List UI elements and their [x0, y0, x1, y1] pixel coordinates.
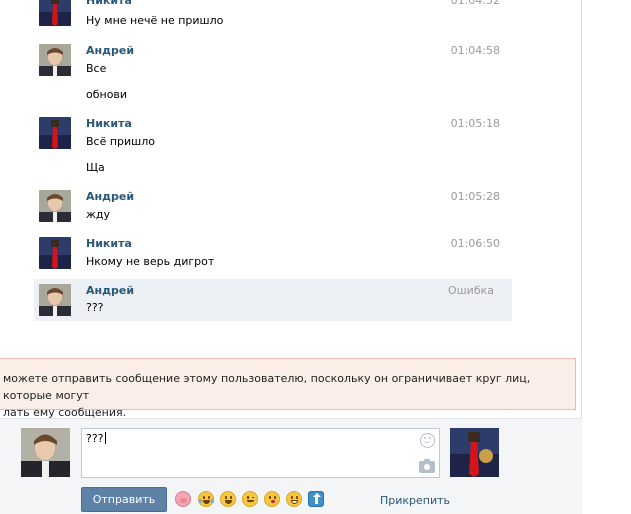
- message-author[interactable]: Никита: [86, 117, 132, 131]
- avatar-andrey[interactable]: [39, 190, 71, 222]
- message: Андрей 01:05:28 жду: [34, 190, 512, 226]
- message-author[interactable]: Никита: [86, 237, 132, 251]
- avatar-nikita[interactable]: [39, 117, 71, 149]
- wink-emoji-icon[interactable]: [242, 491, 258, 507]
- message-failed[interactable]: Андрей Ошибка ???: [34, 279, 512, 321]
- error-text-line-1: можете отправить сообщение этому пользов…: [3, 372, 531, 402]
- message-text: Ну мне нечё не пришло: [86, 14, 224, 27]
- message-text: Всё пришло: [86, 135, 156, 148]
- message-author[interactable]: Никита: [86, 0, 132, 8]
- grin-emoji-icon[interactable]: [286, 491, 302, 507]
- pig-emoji-icon[interactable]: [175, 491, 191, 507]
- message-time: 01:04:52: [450, 0, 500, 7]
- tears-of-joy-emoji-icon[interactable]: [198, 491, 214, 507]
- text-caret: [104, 432, 106, 444]
- message-text: жду: [86, 208, 111, 221]
- message-time: 01:05:28: [450, 190, 500, 203]
- message: Андрей 01:04:58 Все обнови: [34, 44, 512, 104]
- message-input[interactable]: ???: [81, 428, 440, 478]
- message-author[interactable]: Андрей: [86, 44, 134, 58]
- message-author[interactable]: Андрей: [86, 284, 134, 298]
- message-text: Ща: [86, 161, 105, 174]
- message-time: 01:06:50: [450, 237, 500, 250]
- message: Никита 01:05:18 Всё пришло Ща: [34, 117, 512, 177]
- message: Никита 01:06:50 Нкому не верь дигрот: [34, 237, 512, 273]
- camera-icon[interactable]: [419, 459, 435, 473]
- message-text: Все: [86, 62, 107, 75]
- arrow-up-icon[interactable]: [308, 491, 324, 507]
- compose-panel: ??? Отправить Прикрепить: [0, 418, 582, 514]
- avatar-andrey[interactable]: [39, 284, 71, 316]
- laughing-emoji-icon[interactable]: [220, 491, 236, 507]
- message-error-status: Ошибка: [447, 284, 494, 297]
- chat-history: Никита 01:04:52 Ну мне нечё не пришло Ан…: [0, 0, 582, 514]
- kiss-emoji-icon[interactable]: [264, 491, 280, 507]
- avatar-nikita[interactable]: [39, 0, 71, 26]
- message: Никита 01:04:52 Ну мне нечё не пришло: [34, 0, 512, 34]
- message-text: обнови: [86, 88, 128, 101]
- message-time: 01:04:58: [450, 44, 500, 57]
- avatar-nikita[interactable]: [39, 237, 71, 269]
- peer-avatar[interactable]: [450, 428, 499, 477]
- message-text: Нкому не верь дигрот: [86, 255, 215, 268]
- my-avatar[interactable]: [21, 428, 70, 477]
- error-notice: можете отправить сообщение этому пользов…: [0, 358, 576, 419]
- avatar-andrey[interactable]: [39, 44, 71, 76]
- smiley-icon[interactable]: [420, 433, 435, 448]
- message-author[interactable]: Андрей: [86, 190, 134, 204]
- message-input-value: ???: [86, 432, 104, 445]
- attach-link[interactable]: Прикрепить: [380, 494, 450, 507]
- message-text: ???: [86, 301, 104, 314]
- send-button[interactable]: Отправить: [81, 487, 167, 512]
- message-time: 01:05:18: [450, 117, 500, 130]
